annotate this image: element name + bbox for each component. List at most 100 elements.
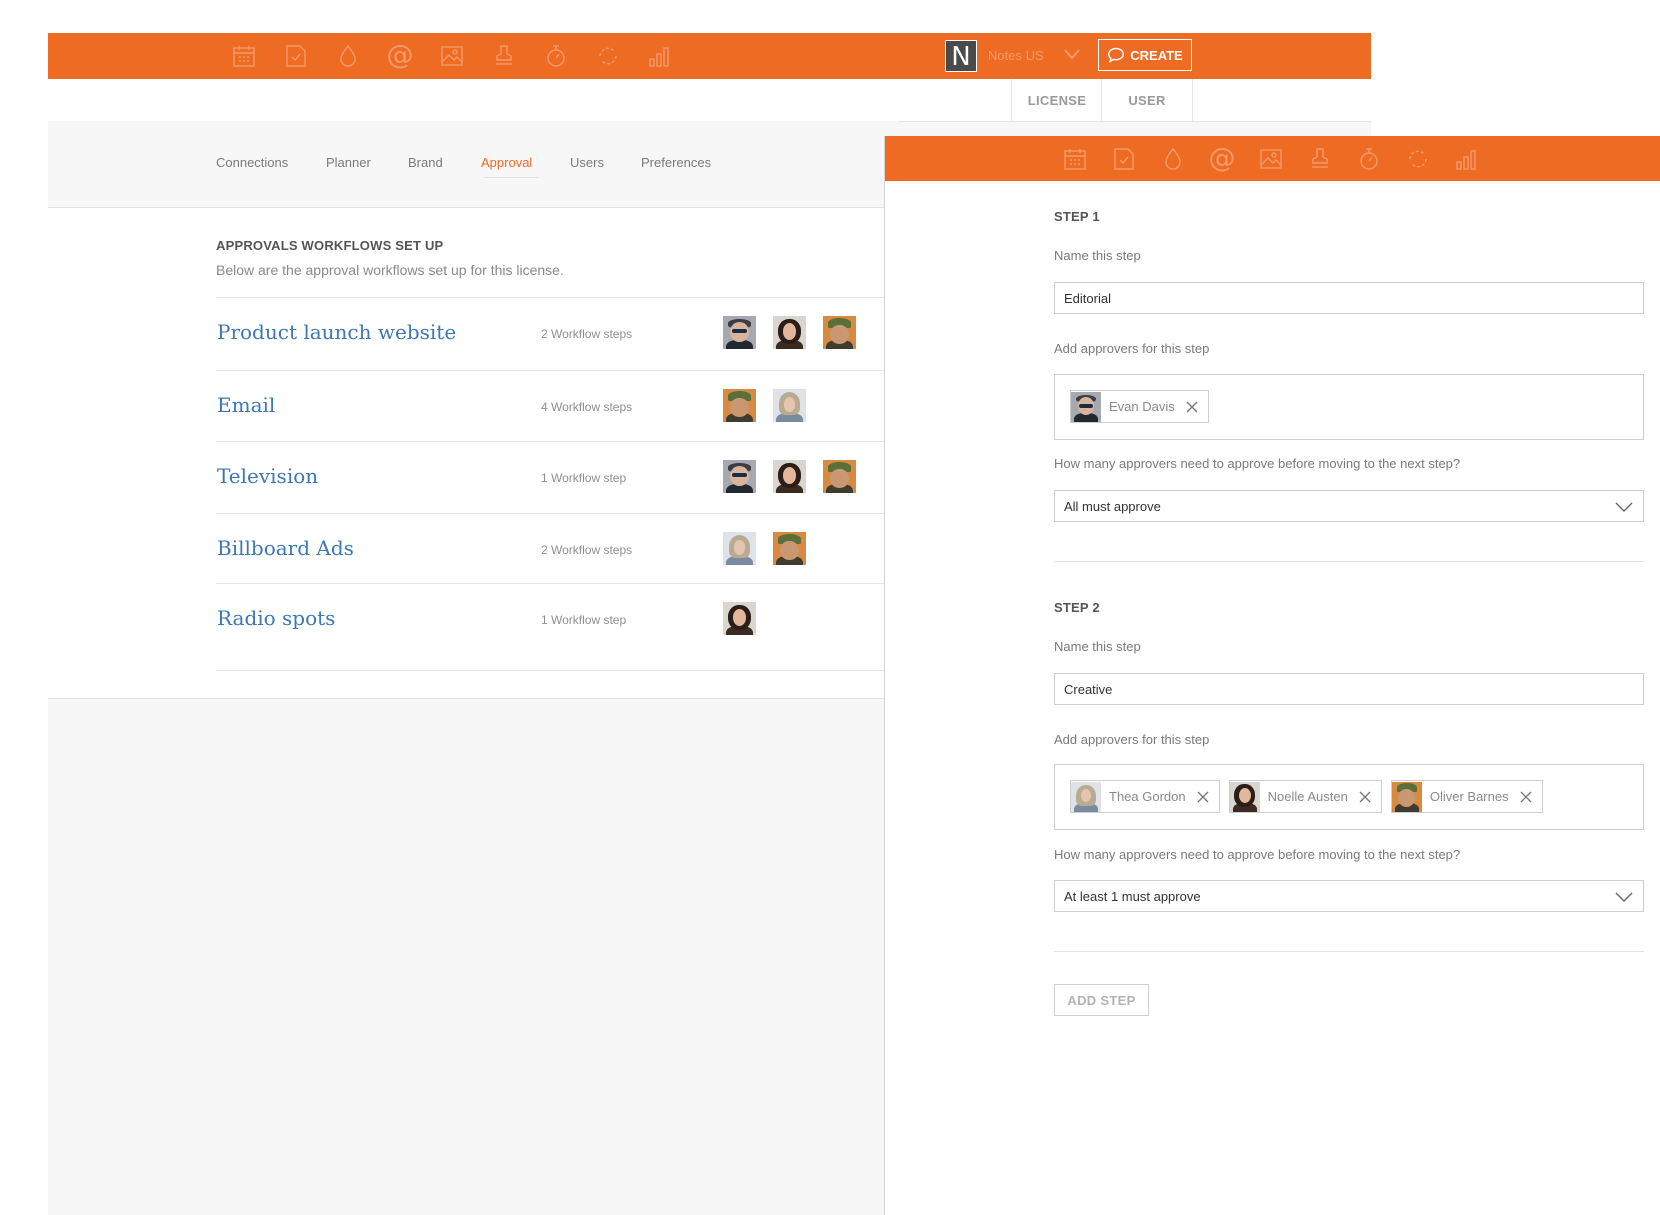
calendar-icon[interactable]: [231, 43, 257, 69]
workflow-row[interactable]: Email 4 Workflow steps: [216, 371, 898, 442]
task-icon[interactable]: [283, 43, 309, 69]
step-2-rule-label: How many approvers need to approve befor…: [1054, 847, 1461, 862]
calendar-icon[interactable]: [1062, 146, 1088, 172]
tab-approval[interactable]: Approval: [481, 155, 532, 170]
step-2-name-input[interactable]: [1054, 673, 1644, 705]
workflow-row[interactable]: Billboard Ads 2 Workflow steps: [216, 514, 898, 584]
tab-users[interactable]: Users: [570, 155, 604, 170]
avatar: [1071, 781, 1101, 812]
avatar: [773, 532, 806, 565]
workflow-approver-avatars: [723, 389, 806, 422]
step-2-approvers-field[interactable]: Thea Gordon Noelle Austen Oliver Barnes: [1054, 764, 1644, 830]
workflow-row[interactable]: Television 1 Workflow step: [216, 442, 898, 514]
tab-brand[interactable]: Brand: [408, 155, 443, 170]
tab-user[interactable]: USER: [1101, 79, 1193, 121]
image-icon[interactable]: [439, 43, 465, 69]
section-subtitle: Below are the approval workflows set up …: [216, 262, 564, 278]
step-2-approvers-label: Add approvers for this step: [1054, 732, 1210, 747]
close-icon[interactable]: [1519, 790, 1533, 804]
approver-name: Thea Gordon: [1109, 789, 1186, 804]
step-divider: [1054, 951, 1644, 952]
close-icon[interactable]: [1185, 400, 1199, 414]
step-1-rule-label: How many approvers need to approve befor…: [1054, 456, 1461, 471]
create-button-label: CREATE: [1130, 47, 1183, 63]
tab-license[interactable]: LICENSE: [1011, 79, 1102, 121]
chevron-down-icon: [1614, 500, 1634, 514]
workflow-approver-avatars: [723, 532, 806, 565]
avatar: [723, 532, 756, 565]
avatar: [823, 460, 856, 493]
workflow-approver-avatars: [723, 602, 756, 635]
active-tab-indicator: [484, 177, 539, 178]
approver-chip: Evan Davis: [1070, 390, 1209, 423]
drop-icon[interactable]: [335, 43, 361, 69]
approver-chip: Thea Gordon: [1070, 780, 1220, 813]
step-1-name-input[interactable]: [1054, 282, 1644, 314]
close-icon[interactable]: [1196, 790, 1210, 804]
add-step-button[interactable]: ADD STEP: [1054, 984, 1149, 1016]
step-1-name-label: Name this step: [1054, 248, 1141, 263]
workflow-name-link[interactable]: Radio spots: [217, 606, 335, 630]
workflow-step-count: 2 Workflow steps: [541, 543, 633, 557]
stopwatch-icon[interactable]: [543, 43, 569, 69]
chevron-down-icon: [1614, 890, 1634, 904]
tab-connections[interactable]: Connections: [216, 155, 288, 170]
avatar: [1391, 781, 1422, 812]
step-2-approver-chips: Thea Gordon Noelle Austen Oliver Barnes: [1070, 780, 1543, 813]
task-icon[interactable]: [1111, 146, 1137, 172]
close-icon[interactable]: [1358, 790, 1372, 804]
tab-planner[interactable]: Planner: [326, 155, 371, 170]
approver-chip: Oliver Barnes: [1390, 780, 1543, 813]
step-1-rule-value: All must approve: [1064, 498, 1161, 514]
section-title: APPROVALS WORKFLOWS SET UP: [216, 238, 444, 253]
refresh-icon[interactable]: [595, 43, 621, 69]
workflow-editor-panel: @ STEP 1 Name this step Add approvers fo…: [884, 136, 1660, 1215]
step-2-name-label: Name this step: [1054, 639, 1141, 654]
avatar: [773, 316, 806, 349]
workflow-step-count: 2 Workflow steps: [541, 327, 633, 341]
account-switcher-label[interactable]: Notes US: [988, 48, 1044, 63]
avatar: [1071, 391, 1101, 422]
at-icon[interactable]: @: [387, 42, 414, 69]
workflow-name-link[interactable]: Billboard Ads: [217, 536, 354, 560]
avatar: [723, 602, 756, 635]
top-nav-bar: @ N Notes US CREATE: [48, 33, 1371, 79]
workflow-list: Product launch website 2 Workflow steps Em…: [216, 297, 898, 671]
refresh-icon[interactable]: [1405, 146, 1431, 172]
drop-icon[interactable]: [1160, 146, 1186, 172]
avatar: [773, 460, 806, 493]
step-divider: [1054, 561, 1644, 562]
tab-preferences[interactable]: Preferences: [641, 155, 711, 170]
avatar: [723, 389, 756, 422]
workflow-approver-avatars: [723, 460, 856, 493]
brand-logo: N: [945, 40, 977, 72]
step-1-approvers-label: Add approvers for this step: [1054, 341, 1210, 356]
step-1-rule-select[interactable]: All must approve: [1054, 490, 1644, 522]
workflow-name-link[interactable]: Product launch website: [217, 320, 456, 344]
stopwatch-icon[interactable]: [1356, 146, 1382, 172]
approver-name: Noelle Austen: [1267, 789, 1348, 804]
bar-chart-icon[interactable]: [647, 43, 673, 69]
avatar: [823, 316, 856, 349]
step-1-approvers-field[interactable]: Evan Davis: [1054, 374, 1644, 440]
step-2-rule-value: At least 1 must approve: [1064, 888, 1201, 904]
create-button[interactable]: CREATE: [1098, 39, 1192, 71]
stamp-icon[interactable]: [1307, 146, 1333, 172]
avatar: [773, 389, 806, 422]
avatar: [1229, 781, 1260, 812]
image-icon[interactable]: [1258, 146, 1284, 172]
approver-name: Oliver Barnes: [1429, 789, 1509, 804]
bar-chart-icon[interactable]: [1454, 146, 1480, 172]
step-2-rule-select[interactable]: At least 1 must approve: [1054, 880, 1644, 912]
approvals-content: APPROVALS WORKFLOWS SET UP Below are the…: [48, 208, 898, 699]
chevron-down-icon[interactable]: [1063, 47, 1081, 61]
workflow-name-link[interactable]: Email: [217, 393, 275, 417]
workflow-row[interactable]: Product launch website 2 Workflow steps: [216, 298, 898, 371]
workflow-name-link[interactable]: Television: [217, 464, 318, 488]
workflow-row[interactable]: Radio spots 1 Workflow step: [216, 584, 898, 671]
workflow-approver-avatars: [723, 316, 856, 349]
workflow-step-count: 1 Workflow step: [541, 613, 627, 627]
at-icon[interactable]: @: [1209, 145, 1236, 172]
top-nav-icons: @: [231, 33, 673, 79]
stamp-icon[interactable]: [491, 43, 517, 69]
